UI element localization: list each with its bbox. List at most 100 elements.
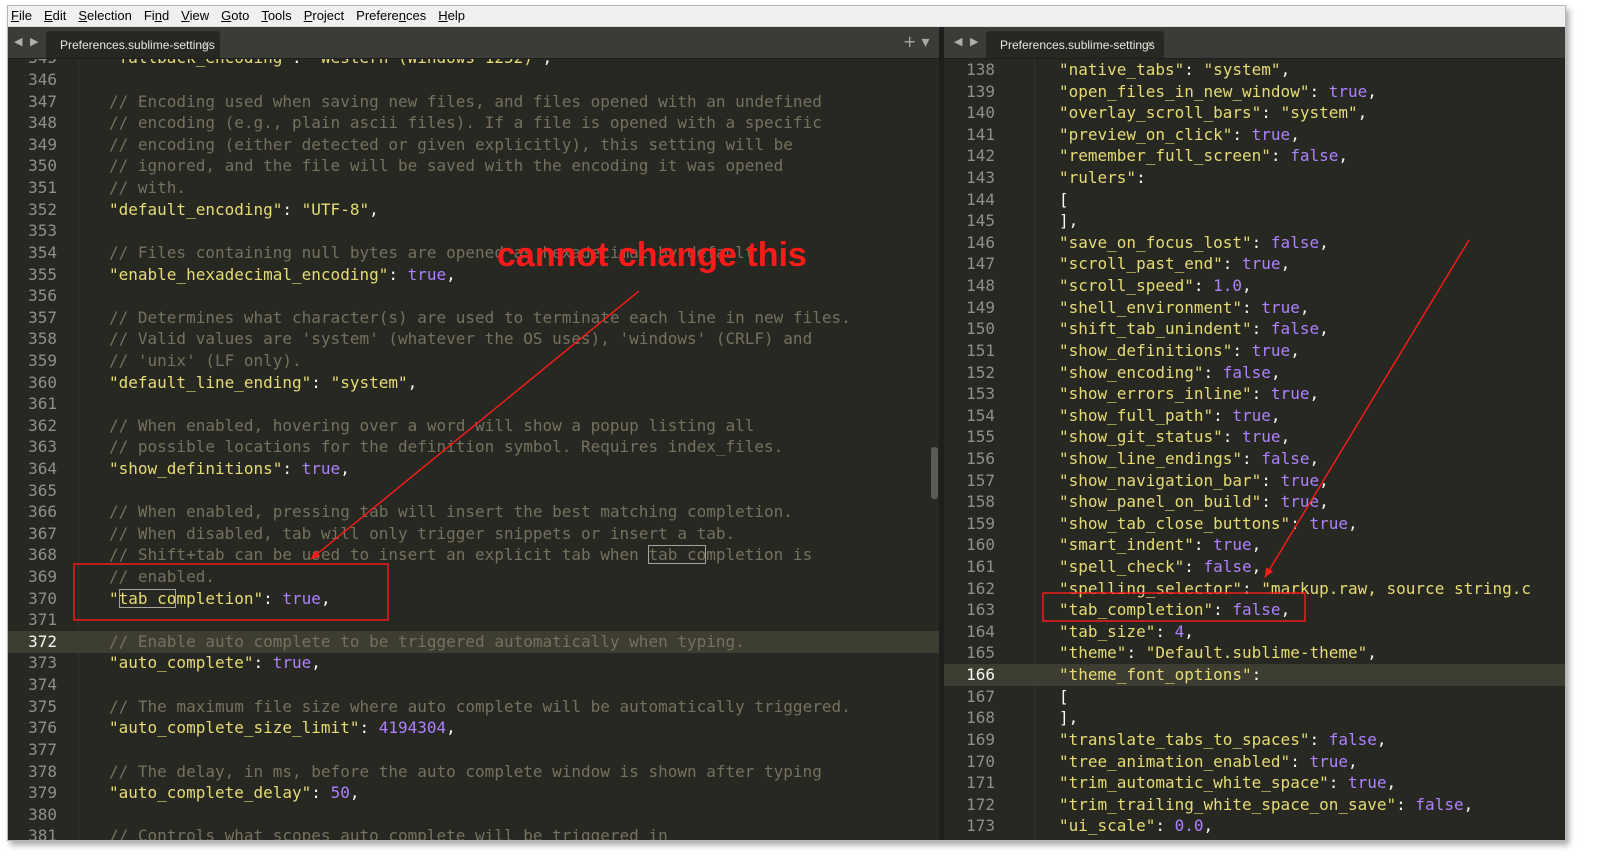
code-line[interactable]: // When enabled, pressing tab will inser… bbox=[109, 501, 939, 523]
code-line[interactable]: ], bbox=[1059, 210, 1565, 232]
code-token: "spelling_selector" bbox=[1059, 578, 1243, 598]
code-line[interactable]: "spelling_selector": "markup.raw, source… bbox=[1059, 578, 1565, 600]
code-line[interactable]: "rulers": bbox=[1059, 167, 1565, 189]
code-token: : bbox=[1184, 60, 1204, 79]
code-line[interactable]: "show_line_endings": false, bbox=[1059, 448, 1565, 470]
code-line[interactable]: "preview_on_click": true, bbox=[1059, 124, 1565, 146]
code-line[interactable]: // possible locations for the definition… bbox=[109, 436, 939, 458]
code-line[interactable]: // When disabled, tab will only trigger … bbox=[109, 523, 939, 545]
code-line[interactable]: "auto_complete_delay": 50, bbox=[109, 782, 939, 804]
menu-file[interactable]: File bbox=[8, 6, 38, 26]
code-token: : bbox=[1261, 470, 1281, 490]
line-number: 364 bbox=[28, 458, 57, 478]
code-line[interactable]: // 'unix' (LF only). bbox=[109, 350, 939, 372]
code-line[interactable]: // Shift+tab can be used to insert an ex… bbox=[109, 544, 939, 566]
left-code-area[interactable]: 3453463473483493503513523533543553563573… bbox=[8, 59, 939, 840]
code-line[interactable] bbox=[109, 393, 939, 415]
menu-view[interactable]: View bbox=[175, 6, 215, 26]
code-line[interactable]: "tab_completion": false, bbox=[1059, 599, 1565, 621]
code-line[interactable]: // encoding (e.g., plain ascii files). I… bbox=[109, 112, 939, 134]
code-token: , bbox=[1299, 297, 1310, 317]
code-line[interactable]: "shift_tab_unindent": false, bbox=[1059, 318, 1565, 340]
code-line[interactable]: "save_on_focus_lost": false, bbox=[1059, 232, 1565, 254]
code-text[interactable]: "native_tabs": "system", "open_files_in_n… bbox=[1059, 59, 1565, 840]
code-line[interactable]: "show_errors_inline": true, bbox=[1059, 383, 1565, 405]
code-line[interactable] bbox=[109, 674, 939, 696]
code-line[interactable]: "remember_full_screen": false, bbox=[1059, 145, 1565, 167]
menu-selection[interactable]: Selection bbox=[72, 6, 137, 26]
code-line[interactable]: "overlay_scroll_bars": "system", bbox=[1059, 102, 1565, 124]
code-line[interactable]: "show_tab_close_buttons": true, bbox=[1059, 513, 1565, 535]
code-line[interactable]: "ui_scale": 0.0, bbox=[1059, 815, 1565, 837]
code-line[interactable]: "auto_complete_size_limit": 4194304, bbox=[109, 717, 939, 739]
code-line[interactable]: "shell_environment": true, bbox=[1059, 297, 1565, 319]
code-line[interactable] bbox=[109, 609, 939, 631]
code-line[interactable]: "show_definitions": true, bbox=[1059, 340, 1565, 362]
code-line[interactable]: // Valid values are 'system' (whatever t… bbox=[109, 328, 939, 350]
menu-tools[interactable]: Tools bbox=[255, 6, 297, 26]
code-line[interactable]: "auto_complete": true, bbox=[109, 652, 939, 674]
tab-nav-arrows-icon[interactable]: ◀ ▶ bbox=[954, 35, 980, 48]
code-line[interactable]: "default_line_ending": "system", bbox=[109, 372, 939, 394]
tab-close-icon[interactable]: × bbox=[1147, 37, 1154, 51]
code-line[interactable]: // Determines what character(s) are used… bbox=[109, 307, 939, 329]
tab-nav-arrows-icon[interactable]: ◀ ▶ bbox=[14, 35, 40, 48]
menu-goto[interactable]: Goto bbox=[215, 6, 255, 26]
menu-project[interactable]: Project bbox=[298, 6, 350, 26]
right-code-area[interactable]: 138 139 140 141 142 143 144 145 146 147 148 149 150 1… bbox=[944, 59, 1565, 840]
left-editor-pane[interactable]: ◀ ▶ Preferences.sublime-settings × + ▾ 3… bbox=[8, 27, 939, 840]
code-line[interactable]: "open_files_in_new_window": true, bbox=[1059, 81, 1565, 103]
right-editor-pane[interactable]: ◀ ▶ Preferences.sublime-settings × 138 13… bbox=[944, 27, 1565, 840]
menu-preferences[interactable]: Preferences bbox=[350, 6, 432, 26]
code-line[interactable] bbox=[109, 739, 939, 761]
code-line[interactable]: // The maximum file size where auto comp… bbox=[109, 696, 939, 718]
code-line[interactable]: // When enabled, hovering over a word wi… bbox=[109, 415, 939, 437]
code-line[interactable]: // encoding (either detected or given ex… bbox=[109, 134, 939, 156]
code-line[interactable]: "tab_size": 4, bbox=[1059, 621, 1565, 643]
code-line[interactable] bbox=[109, 480, 939, 502]
code-line[interactable]: // Controls what scopes auto complete wi… bbox=[109, 825, 939, 840]
code-line[interactable]: "show_navigation_bar": true, bbox=[1059, 470, 1565, 492]
code-line[interactable]: "show_definitions": true, bbox=[109, 458, 939, 480]
code-line[interactable]: // with. bbox=[109, 177, 939, 199]
code-line[interactable]: "show_full_path": true, bbox=[1059, 405, 1565, 427]
code-line[interactable]: "spell_check": false, bbox=[1059, 556, 1565, 578]
code-line[interactable]: // The delay, in ms, before the auto com… bbox=[109, 761, 939, 783]
code-line[interactable]: "theme_font_options": bbox=[1059, 664, 1565, 686]
code-line[interactable]: ], bbox=[1059, 707, 1565, 729]
code-line[interactable]: // Encoding used when saving new files, … bbox=[109, 91, 939, 113]
code-token: "tab_size" bbox=[1059, 621, 1156, 641]
code-line[interactable]: "show_encoding": false, bbox=[1059, 362, 1565, 384]
code-line[interactable]: "default_encoding": "UTF-8", bbox=[109, 199, 939, 221]
code-line[interactable]: "show_panel_on_build": true, bbox=[1059, 491, 1565, 513]
code-line[interactable] bbox=[109, 285, 939, 307]
tab-preferences-right[interactable]: Preferences.sublime-settings × bbox=[986, 31, 1164, 58]
code-line[interactable]: "theme": "Default.sublime-theme", bbox=[1059, 642, 1565, 664]
code-line[interactable]: "show_git_status": true, bbox=[1059, 426, 1565, 448]
code-line[interactable]: "smart_indent": true, bbox=[1059, 534, 1565, 556]
code-line[interactable]: [ bbox=[1059, 686, 1565, 708]
menu-edit[interactable]: Edit bbox=[38, 6, 72, 26]
menu-help[interactable]: Help bbox=[432, 6, 471, 26]
code-line[interactable]: "fallback_encoding": "Western (Windows 1… bbox=[109, 59, 939, 69]
menu-find[interactable]: Find bbox=[138, 6, 175, 26]
code-line[interactable]: "trim_automatic_white_space": true, bbox=[1059, 772, 1565, 794]
tab-close-icon[interactable]: × bbox=[203, 37, 210, 51]
code-line[interactable]: "native_tabs": "system", bbox=[1059, 59, 1565, 81]
code-line[interactable] bbox=[109, 69, 939, 91]
code-line[interactable]: // Enable auto complete to be triggered … bbox=[109, 631, 939, 653]
code-line[interactable] bbox=[109, 804, 939, 826]
code-text[interactable]: "fallback_encoding": "Western (Windows 1… bbox=[109, 59, 939, 840]
code-line[interactable]: "scroll_speed": 1.0, bbox=[1059, 275, 1565, 297]
code-line[interactable]: // enabled. bbox=[109, 566, 939, 588]
vertical-scrollbar-thumb[interactable] bbox=[931, 447, 938, 499]
code-line[interactable]: "tree_animation_enabled": true, bbox=[1059, 751, 1565, 773]
code-line[interactable]: [ bbox=[1059, 189, 1565, 211]
new-tab-and-menu-icon[interactable]: + ▾ bbox=[903, 32, 930, 51]
code-line[interactable]: // ignored, and the file will be saved w… bbox=[109, 155, 939, 177]
code-line[interactable]: "translate_tabs_to_spaces": false, bbox=[1059, 729, 1565, 751]
tab-preferences-left[interactable]: Preferences.sublime-settings × bbox=[46, 31, 220, 58]
code-line[interactable]: "trim_trailing_white_space_on_save": fal… bbox=[1059, 794, 1565, 816]
code-line[interactable]: "tab_completion": true, bbox=[109, 588, 939, 610]
code-line[interactable]: "scroll_past_end": true, bbox=[1059, 253, 1565, 275]
